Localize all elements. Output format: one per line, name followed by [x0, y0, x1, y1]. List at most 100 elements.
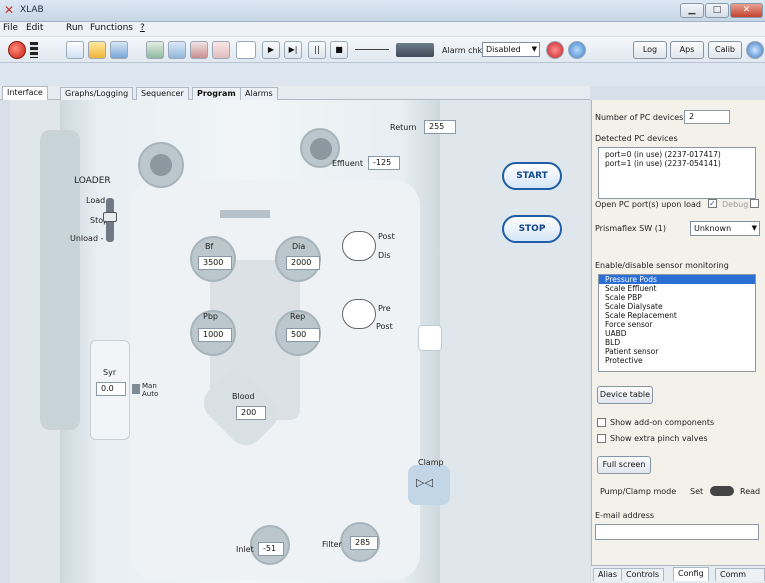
image-icon[interactable]	[168, 41, 186, 59]
loader-unload-label: Unload -	[70, 234, 104, 243]
sensor-monitoring-list[interactable]: Pressure Pods Scale Effluent Scale PBP S…	[598, 274, 756, 372]
calib-button[interactable]: Calib	[708, 41, 742, 59]
line-thin-icon[interactable]	[355, 49, 389, 50]
pbp-label: Pbp	[203, 312, 218, 321]
minimize-button[interactable]: ▁	[680, 3, 704, 18]
close-button[interactable]: ✕	[730, 3, 763, 18]
show-pinch-checkbox[interactable]	[597, 434, 606, 443]
play-icon[interactable]: ▶	[262, 41, 280, 59]
post-label: Post	[378, 232, 395, 241]
line-thick-icon[interactable]	[396, 43, 434, 57]
aps-button[interactable]: Aps	[670, 41, 704, 59]
grip-icon	[30, 42, 38, 58]
step-play-icon[interactable]: ▶|	[284, 41, 302, 59]
detected-devices-list[interactable]: port=0 (in use) (2237-017417) port=1 (in…	[598, 147, 756, 199]
toolbar: ▶ ▶| || ■ Alarm chk: Disabled ▼ Log Aps C…	[0, 37, 765, 63]
email-input[interactable]	[595, 524, 759, 540]
new-document-icon[interactable]	[66, 41, 84, 59]
syr-mode-switch[interactable]	[132, 384, 140, 394]
pump-clamp-mode-toggle[interactable]	[710, 486, 734, 496]
dia-value[interactable]: 2000	[286, 256, 320, 270]
debug-checkbox[interactable]	[750, 199, 759, 208]
app-icon: ✕	[4, 3, 15, 17]
help-icon[interactable]	[746, 41, 764, 59]
sensor-item[interactable]: Scale Replacement	[599, 311, 755, 320]
effluent-value: -125	[368, 156, 400, 170]
menu-run[interactable]: Run	[66, 23, 83, 33]
prismaflex-select[interactable]: Unknown ▼	[690, 221, 760, 236]
menu-file[interactable]: File	[3, 23, 18, 33]
tab-program[interactable]: Program	[192, 87, 241, 100]
prismaflex-label: Prismaflex SW (1)	[595, 224, 667, 233]
delete-icon[interactable]	[190, 41, 208, 59]
syr-label: Syr	[103, 368, 117, 377]
read-label: Read	[740, 487, 761, 496]
loader-slider-thumb[interactable]	[103, 212, 117, 222]
device-row[interactable]: port=1 (in use) (2237-054141)	[599, 159, 755, 168]
tab-interface[interactable]: Interface	[2, 86, 48, 100]
alarm-check-select[interactable]: Disabled ▼	[482, 42, 540, 57]
pause-icon[interactable]: ||	[308, 41, 326, 59]
alarm-icon[interactable]	[546, 41, 564, 59]
sensor-item[interactable]: Force sensor	[599, 320, 755, 329]
num-pc-devices-label: Number of PC devices	[595, 113, 684, 122]
menu-functions[interactable]: Functions	[90, 23, 133, 33]
sensor-item[interactable]: Scale Effluent	[599, 284, 755, 293]
clamp-valve-icon[interactable]: ▷◁	[416, 476, 444, 490]
show-pinch-label: Show extra pinch valves	[610, 434, 708, 443]
full-screen-button[interactable]: Full screen	[597, 456, 651, 474]
sensor-item[interactable]: Scale PBP	[599, 293, 755, 302]
device-table-button[interactable]: Device table	[597, 386, 653, 404]
bf-value[interactable]: 3500	[198, 256, 232, 270]
tab-sequencer[interactable]: Sequencer	[136, 87, 189, 100]
menu-edit[interactable]: Edit	[26, 23, 43, 33]
refresh-icon[interactable]	[568, 41, 586, 59]
save-icon[interactable]	[110, 41, 128, 59]
inlet-label: Inlet	[236, 545, 254, 554]
alarm-check-label: Alarm chk:	[442, 46, 485, 55]
title-bar: ✕ XLAB ▁ □ ✕	[0, 0, 765, 22]
blank-button[interactable]	[236, 41, 256, 59]
right-sensor-block	[418, 325, 442, 351]
pbp-value[interactable]: 1000	[198, 328, 232, 342]
log-button[interactable]: Log	[633, 41, 667, 59]
device-row[interactable]: port=0 (in use) (2237-017417)	[599, 150, 755, 159]
tab-alias[interactable]: Alias	[593, 568, 622, 581]
sensor-item[interactable]: Protective	[599, 356, 755, 365]
sensor-item[interactable]: Pressure Pods	[599, 275, 755, 284]
sensor-item[interactable]: BLD	[599, 338, 755, 347]
open-ports-checkbox[interactable]	[708, 199, 717, 208]
maximize-button[interactable]: □	[705, 3, 729, 18]
sensor-item[interactable]: Patient sensor	[599, 347, 755, 356]
stop-square-icon[interactable]: ■	[330, 41, 348, 59]
clear-icon[interactable]	[212, 41, 230, 59]
dis-label: Dis	[378, 251, 391, 260]
tab-config[interactable]: Config	[673, 567, 709, 581]
inlet-value: -51	[258, 542, 284, 556]
tab-graphs-logging[interactable]: Graphs/Logging	[60, 87, 134, 100]
pre-post-valve[interactable]	[342, 299, 376, 329]
post-dis-valve[interactable]	[342, 231, 376, 261]
sensor-item[interactable]: Scale Dialysate	[599, 302, 755, 311]
start-button[interactable]: START	[502, 162, 562, 190]
stop-icon[interactable]	[8, 41, 26, 59]
sensor-item[interactable]: UABD	[599, 329, 755, 338]
blood-value[interactable]: 200	[236, 406, 266, 420]
chevron-down-icon: ▼	[751, 224, 757, 232]
loader-title: LOADER	[74, 176, 111, 186]
show-addon-checkbox[interactable]	[597, 418, 606, 427]
menu-help[interactable]: ?	[140, 23, 145, 33]
toolbar-spacer	[0, 63, 765, 86]
tab-alarms[interactable]: Alarms	[240, 87, 278, 100]
tab-controls[interactable]: Controls	[621, 568, 665, 581]
num-pc-devices-input[interactable]: 2	[684, 110, 730, 124]
open-folder-icon[interactable]	[88, 41, 106, 59]
bf-label: Bf	[205, 242, 214, 251]
syr-value[interactable]: 0.0	[96, 382, 126, 396]
rep-value[interactable]: 500	[286, 328, 320, 342]
tab-comm-log[interactable]: Comm log	[715, 568, 765, 583]
table-icon[interactable]	[146, 41, 164, 59]
stop-button[interactable]: STOP	[502, 215, 562, 243]
email-label: E-mail address	[595, 511, 655, 520]
clamp-label: Clamp	[418, 458, 444, 467]
